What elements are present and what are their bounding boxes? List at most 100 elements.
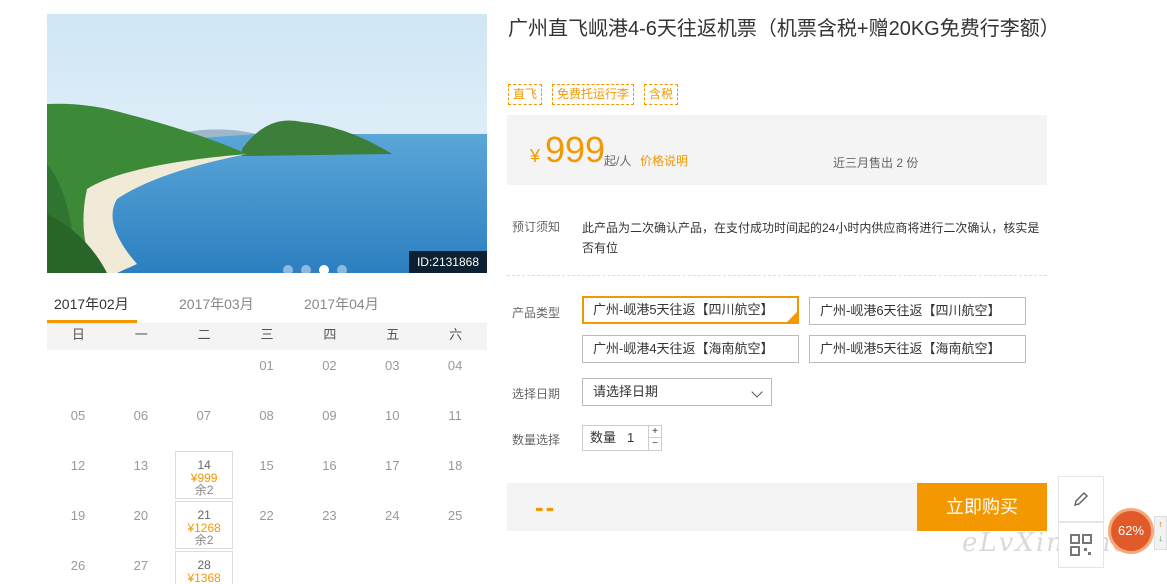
total-price: -- [535, 492, 557, 522]
quantity-stepper[interactable]: 数量 1 + − [582, 425, 662, 451]
price-unit: 起/人 [604, 154, 632, 168]
month-tabs: 2017年02月 2017年03月 2017年04月 [47, 290, 487, 324]
product-option-label: 广州-岘港5天往返【海南航空】 [820, 341, 1001, 356]
calendar-day: 03 [361, 350, 423, 400]
day-number: 25 [447, 508, 463, 523]
product-type-label: 产品类型 [512, 306, 561, 320]
day-number: 19 [70, 508, 86, 523]
calendar-grid: 01 02 03 04 05 06 07 08 09 10 11 12 13 14 ¥999 余2 15 16 17… [47, 350, 487, 584]
calendar-day-available[interactable]: 14 ¥999 余2 [175, 451, 234, 499]
total-bar [507, 483, 917, 531]
scroll-arrows[interactable]: ↑ ↓ [1154, 516, 1167, 550]
quantity-value[interactable]: 1 [627, 426, 634, 450]
notice-label: 预订须知 [512, 220, 561, 234]
tag-free-baggage: 免费托运行李 [552, 84, 635, 105]
product-option-4[interactable]: 广州-岘港5天往返【海南航空】 [809, 335, 1026, 363]
day-number: 07 [196, 408, 211, 423]
weekday-label: 三 [260, 327, 274, 342]
day-number: 20 [133, 508, 149, 523]
currency-symbol: ¥ [530, 146, 541, 166]
calendar-day-available[interactable]: 28 ¥1368 [175, 551, 234, 584]
tag-direct: 直飞 [508, 84, 543, 105]
calendar-day: 18 [424, 450, 486, 500]
day-number: 13 [133, 458, 149, 473]
product-option-1[interactable]: 广州-岘港5天往返【四川航空】 [582, 296, 799, 324]
day-remaining: 余2 [194, 483, 214, 497]
product-option-label: 广州-岘港4天往返【海南航空】 [593, 341, 774, 356]
calendar-day: 17 [361, 450, 423, 500]
calendar-day: 11 [424, 400, 486, 450]
day-number: 01 [259, 358, 274, 373]
arrow-down-icon[interactable]: ↓ [1155, 531, 1166, 545]
weekday-label: 六 [449, 327, 463, 342]
day-number: 28 [197, 558, 211, 572]
day-number: 12 [70, 458, 86, 473]
edit-button[interactable] [1058, 476, 1104, 522]
weekday-label: 五 [386, 327, 400, 342]
speed-percent-badge[interactable]: 62% [1108, 508, 1154, 554]
arrow-up-icon[interactable]: ↑ [1155, 517, 1166, 531]
weekday-label: 日 [71, 327, 85, 342]
calendar-day: 12 [47, 450, 109, 500]
tab-month-3[interactable]: 2017年04月 [304, 294, 379, 324]
beach-image [47, 14, 487, 273]
sold-count: 近三月售出 2 份 [833, 156, 919, 170]
calendar-day: 24 [361, 500, 423, 550]
day-number: 10 [385, 408, 400, 423]
slide-dot[interactable] [301, 265, 311, 273]
calendar-day: 06 [110, 400, 172, 450]
product-tags: 直飞 免费托运行李 含税 [508, 84, 679, 105]
selected-corner-check-icon [787, 312, 797, 322]
slide-dot[interactable] [337, 265, 347, 273]
date-label: 选择日期 [512, 387, 561, 401]
calendar-day: 01 [236, 350, 298, 400]
day-number: 08 [259, 408, 274, 423]
day-number: 22 [259, 508, 274, 523]
day-number: 15 [259, 458, 274, 473]
date-select-value: 请选择日期 [593, 384, 659, 399]
date-select[interactable]: 请选择日期 [582, 378, 772, 406]
slide-dot[interactable] [319, 265, 329, 273]
qr-code-button[interactable] [1058, 522, 1104, 568]
active-tab-indicator [47, 320, 137, 323]
buy-now-button[interactable]: 立即购买 [917, 483, 1047, 531]
calendar-day: 13 [110, 450, 172, 500]
day-number: 03 [385, 358, 400, 373]
calendar-day: 25 [424, 500, 486, 550]
photo-id-label: ID:2131868 [408, 251, 487, 273]
calendar-day: 20 [110, 500, 172, 550]
calendar-day-available[interactable]: 21 ¥1268 余2 [175, 501, 234, 549]
calendar-day: 23 [298, 500, 360, 550]
day-number: 17 [385, 458, 400, 473]
calendar-day: 07 [173, 400, 235, 450]
day-number: 14 [197, 458, 211, 472]
quantity-prefix: 数量 [590, 430, 617, 445]
day-number: 24 [385, 508, 400, 523]
slide-dots [283, 265, 347, 273]
quantity-label: 数量选择 [512, 433, 561, 447]
calendar-day: 22 [236, 500, 298, 550]
product-option-label: 广州-岘港5天往返【四川航空】 [593, 302, 774, 317]
slide-dot[interactable] [283, 265, 293, 273]
calendar-day: 10 [361, 400, 423, 450]
calendar-weekday-header: 日一二三四五六 [47, 324, 487, 350]
product-title: 广州直飞岘港4-6天往返机票（机票含税+赠20KG免费行李额） [508, 18, 1060, 40]
weekday-label: 二 [197, 327, 211, 342]
day-number: 23 [322, 508, 337, 523]
product-option-3[interactable]: 广州-岘港4天往返【海南航空】 [582, 335, 799, 363]
price-explanation-link[interactable]: 价格说明 [640, 152, 688, 169]
product-option-2[interactable]: 广州-岘港6天往返【四川航空】 [809, 297, 1026, 325]
product-photo[interactable]: ID:2131868 [47, 14, 487, 273]
quantity-increase-button[interactable]: + [648, 426, 661, 438]
product-option-label: 广州-岘港6天往返【四川航空】 [820, 303, 1001, 318]
day-number: 11 [448, 408, 462, 423]
day-number: 21 [197, 508, 211, 522]
tab-month-2[interactable]: 2017年03月 [179, 294, 254, 324]
calendar-day: 09 [298, 400, 360, 450]
tag-tax-included: 含税 [644, 84, 679, 105]
weekday-label: 四 [323, 327, 337, 342]
calendar-day: 26 [47, 550, 109, 584]
calendar-day: 05 [47, 400, 109, 450]
calendar-day: 19 [47, 500, 109, 550]
quantity-decrease-button[interactable]: − [648, 438, 661, 450]
